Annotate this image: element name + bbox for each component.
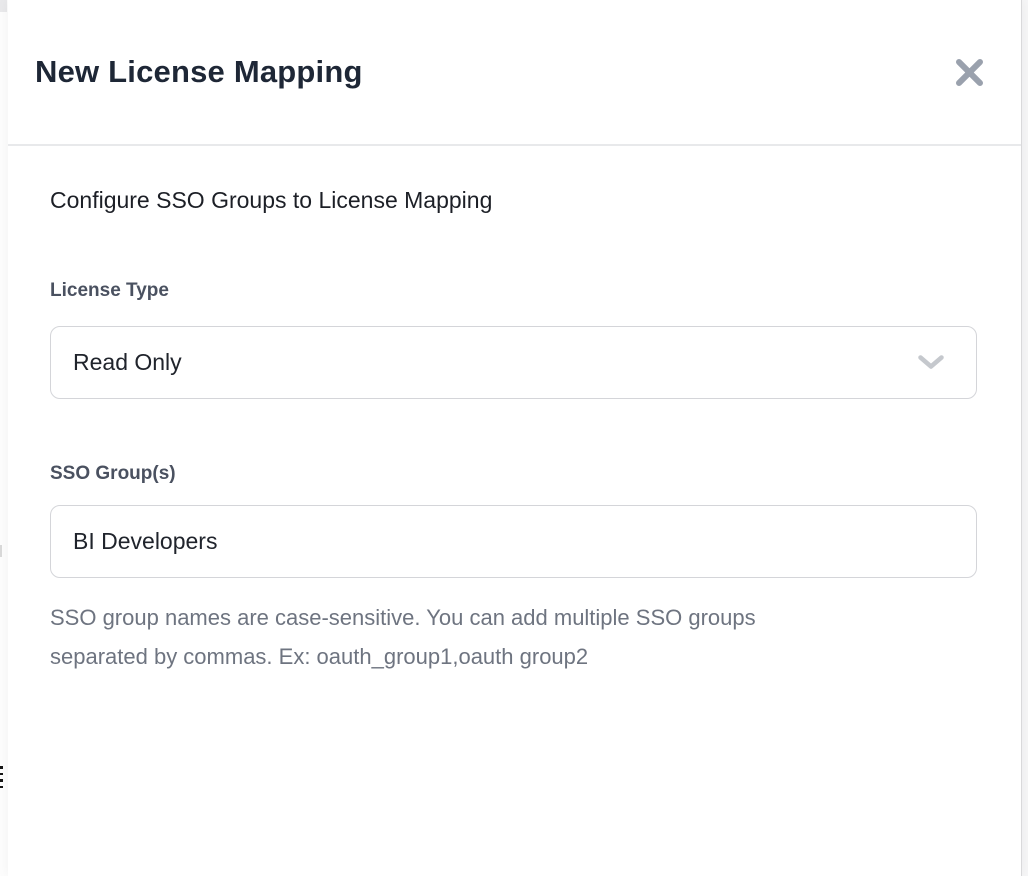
close-icon [954, 57, 985, 88]
background-top-fragment [0, 0, 7, 12]
background-page-sliver [0, 0, 8, 876]
sso-groups-label: SSO Group(s) [50, 461, 1021, 487]
config-heading: Configure SSO Groups to License Mapping [50, 184, 1021, 216]
sso-groups-help-text: SSO group names are case-sensitive. You … [50, 598, 830, 676]
license-type-select[interactable]: Read Only [50, 326, 977, 399]
background-list-icon-sliver [0, 766, 3, 792]
sso-groups-field: SSO Group(s) SSO group names are case-se… [50, 461, 1021, 676]
modal-body: Configure SSO Groups to License Mapping … [8, 146, 1021, 676]
license-type-label: License Type [50, 278, 1021, 304]
modal-header: New License Mapping [8, 0, 1021, 146]
license-type-field: License Type Read Only [50, 278, 1021, 399]
close-button[interactable] [954, 57, 985, 88]
background-fragment [0, 545, 2, 557]
sso-groups-input[interactable] [50, 505, 977, 578]
license-type-selected-value: Read Only [73, 349, 182, 376]
chevron-down-icon [918, 355, 944, 370]
modal-title: New License Mapping [35, 54, 363, 90]
new-license-mapping-modal: New License Mapping Configure SSO Groups… [8, 0, 1022, 876]
